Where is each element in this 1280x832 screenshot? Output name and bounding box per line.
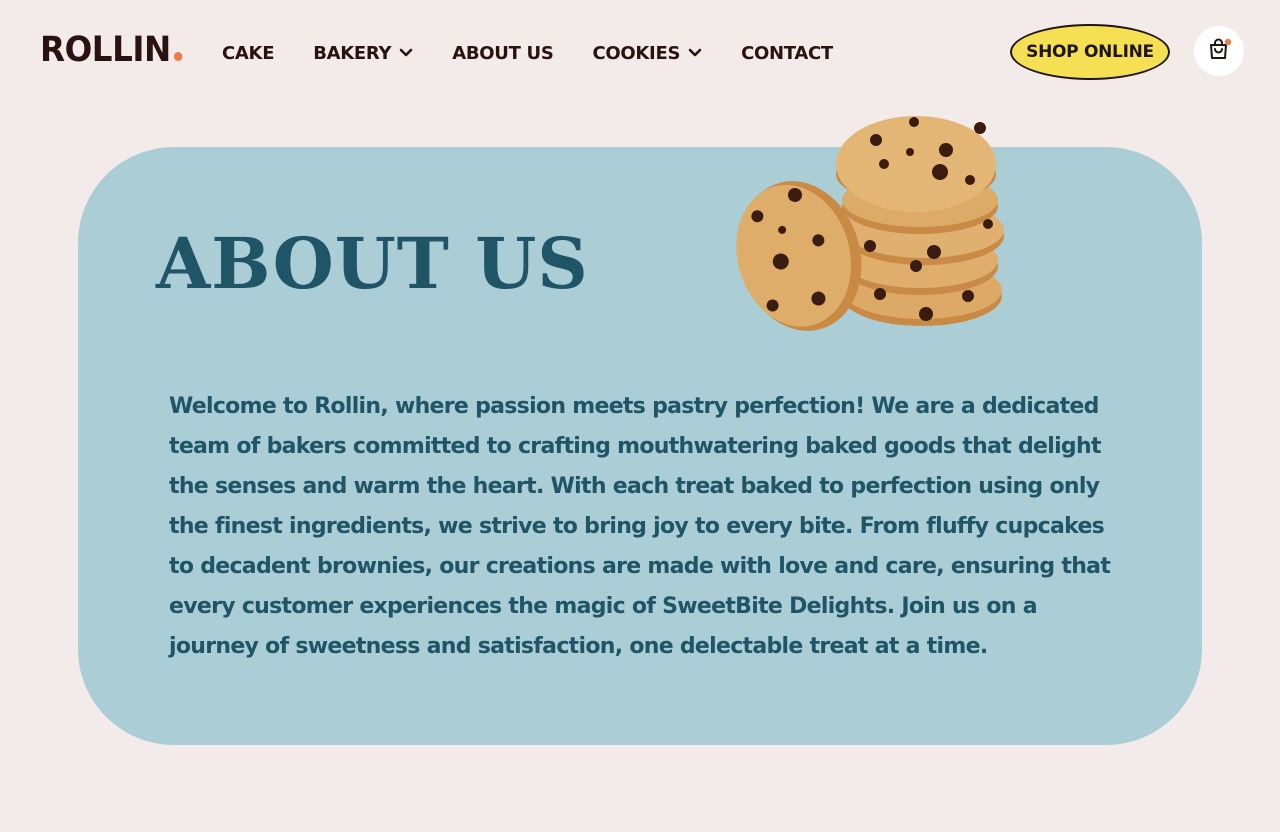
logo[interactable]: ROLLIN [40, 30, 182, 70]
nav-item-label: ABOUT US [452, 42, 554, 64]
logo-dot [173, 52, 182, 61]
page-title: ABOUT US [156, 222, 589, 305]
chevron-down-icon [688, 48, 702, 58]
nav-item-label: COOKIES [592, 42, 681, 64]
nav-item-cake[interactable]: CAKE [222, 43, 274, 64]
nav-item-contact[interactable]: CONTACT [741, 43, 833, 64]
shopping-bag-icon [1206, 36, 1232, 66]
site-header: ROLLIN CAKE BAKERY ABOUT US COOKIES CONT… [0, 0, 1280, 104]
logo-text: ROLLIN [40, 30, 171, 70]
page: ROLLIN CAKE BAKERY ABOUT US COOKIES CONT… [0, 0, 1280, 832]
shop-online-label: SHOP ONLINE [1026, 42, 1154, 62]
cart-button[interactable] [1194, 26, 1244, 76]
cookies-image [730, 106, 1020, 338]
nav-item-cookies[interactable]: COOKIES [593, 43, 703, 64]
about-body-text: Welcome to Rollin, where passion meets p… [169, 394, 1111, 659]
nav-item-bakery[interactable]: BAKERY [313, 43, 413, 64]
shop-online-button[interactable]: SHOP ONLINE [1010, 24, 1170, 80]
chevron-down-icon [399, 48, 413, 58]
main-nav: CAKE BAKERY ABOUT US COOKIES CONTACT [222, 38, 833, 68]
nav-item-label: CONTACT [741, 42, 833, 64]
nav-item-label: BAKERY [313, 42, 392, 64]
nav-item-about-us[interactable]: ABOUT US [452, 42, 554, 64]
nav-item-label: CAKE [222, 42, 275, 64]
